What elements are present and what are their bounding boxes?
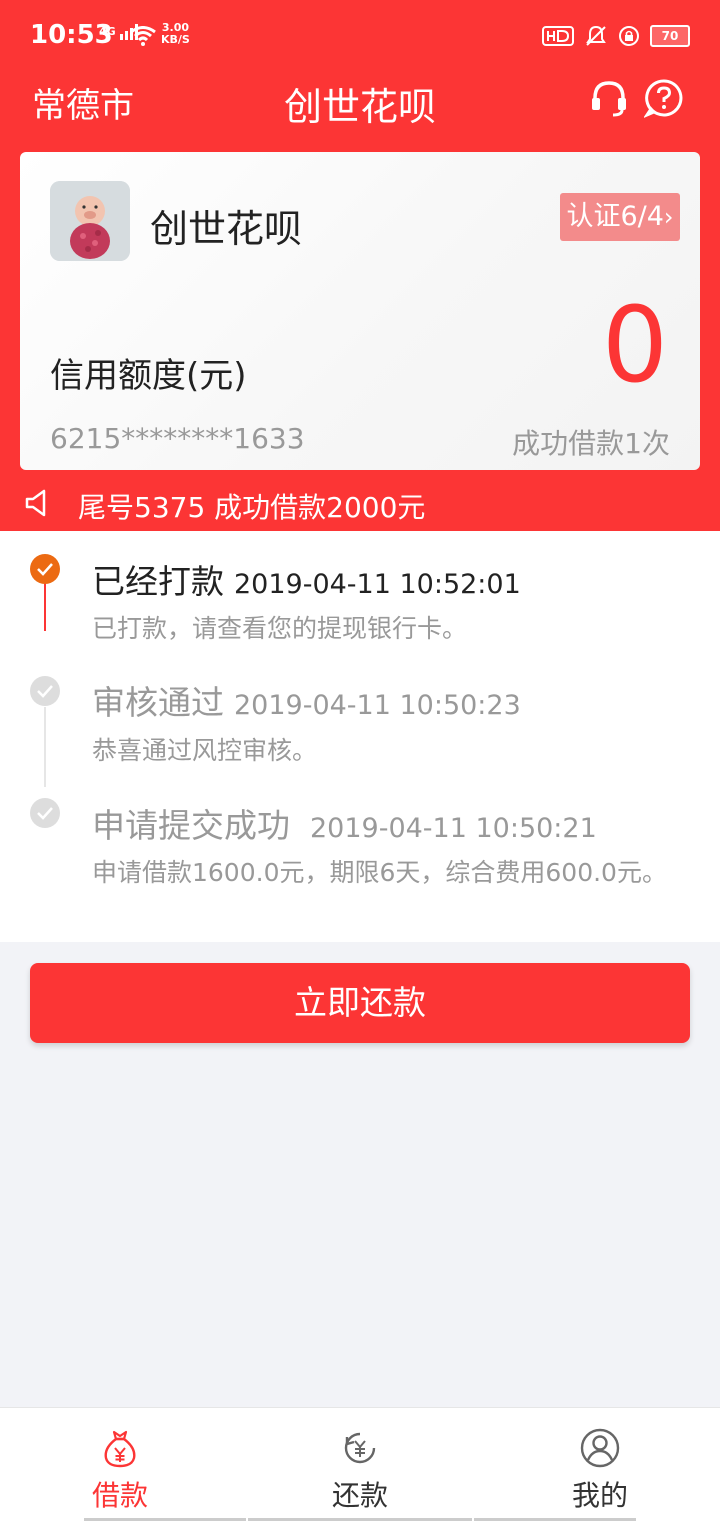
tab-mine[interactable]: 我的 [480, 1408, 720, 1521]
step-check-icon [30, 554, 60, 584]
step-time: 2019-04-11 10:52:01 [234, 569, 521, 600]
hd-icon [542, 26, 574, 46]
status-right: 70 [542, 24, 690, 48]
step-description: 恭喜通过风控审核。 [92, 736, 318, 765]
notice-text: 尾号5375 成功借款2000元 [78, 491, 426, 524]
tab-borrow[interactable]: 借款 [0, 1408, 240, 1521]
refund-yuan-icon [344, 1432, 376, 1464]
app-name: 创世花呗 [150, 207, 303, 251]
tab-label: 借款 [91, 1479, 148, 1512]
tab-label: 还款 [331, 1479, 388, 1512]
loan-progress-timeline: 已经打款 2019-04-11 10:52:01 已打款，请查看您的提现银行卡。 … [0, 531, 720, 942]
step-time: 2019-04-11 10:50:21 [310, 813, 597, 844]
net-speed: 3.00 KB/S [161, 21, 190, 46]
lock-icon [619, 26, 639, 46]
bank-card-number: 6215********1633 [50, 422, 305, 455]
step-title: 审核通过 2019-04-11 10:50:23 [92, 683, 521, 722]
bottom-tab-bar: 借款 还款 我的 [0, 1407, 720, 1521]
step-time: 2019-04-11 10:50:23 [234, 690, 521, 721]
success-loan-count: 成功借款1次 [512, 427, 670, 460]
money-bag-icon [104, 1430, 136, 1468]
credit-card-panel: 创世花呗 认证6/4› 信用额度(元) 0 6215********1633 成… [20, 152, 700, 470]
credit-limit-value: 0 [601, 284, 668, 406]
wifi-icon [130, 26, 156, 46]
mute-icon [586, 25, 606, 46]
speaker-icon [25, 489, 46, 517]
step-check-icon [30, 798, 60, 828]
step-check-icon [30, 676, 60, 706]
credit-limit-label: 信用额度(元) [50, 356, 247, 396]
notice-bar: 尾号5375 成功借款2000元 [0, 482, 720, 530]
help-icon[interactable] [644, 78, 684, 118]
chevron-right-icon: › [663, 203, 674, 231]
timeline-line-active [44, 581, 46, 631]
headset-icon[interactable] [589, 78, 629, 118]
step-description: 申请借款1600.0元，期限6天，综合费用600.0元。 [92, 858, 667, 887]
step-description: 已打款，请查看您的提现银行卡。 [92, 614, 468, 643]
status-bar: 10:53 4G 3.00 KB/S 70 [0, 0, 720, 72]
tab-label: 我的 [571, 1479, 628, 1512]
step-title: 申请提交成功 2019-04-11 10:50:21 [92, 806, 597, 845]
tab-repay[interactable]: 还款 [240, 1408, 480, 1521]
timeline-line [44, 707, 46, 787]
user-icon [580, 1428, 620, 1468]
certification-button[interactable]: 认证6/4› [560, 193, 680, 241]
pig-avatar-icon [50, 181, 130, 261]
repay-now-button[interactable]: 立即还款 [30, 963, 690, 1043]
step-title: 已经打款 2019-04-11 10:52:01 [92, 562, 521, 601]
app-avatar [50, 181, 130, 261]
battery-icon: 70 [650, 25, 690, 47]
